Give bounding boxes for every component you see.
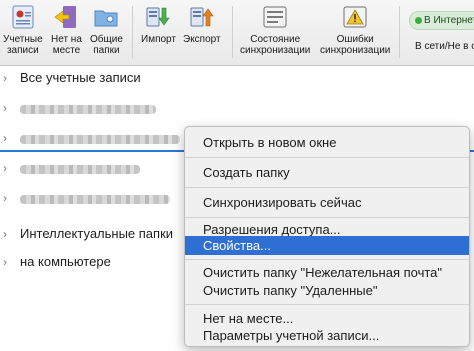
away-icon (54, 6, 77, 28)
menu-item-create-folder[interactable]: Создать папку (185, 163, 469, 182)
sync-errors-label: Ошибки синхронизации (320, 34, 391, 56)
accounts-label: Учетные записи (3, 34, 43, 56)
redacted-account-name (20, 135, 180, 144)
export-icon (190, 7, 214, 27)
sync-status-icon (263, 6, 287, 28)
shared-folder-icon (94, 10, 118, 27)
menu-item-empty-junk[interactable]: Очистить папку "Нежелательная почта" (185, 263, 469, 282)
export-button[interactable]: Экспорт (183, 4, 221, 45)
toolbar: Учетные записи Нет на месте Общие папки … (0, 0, 474, 66)
chevron-right-icon[interactable]: › (3, 251, 15, 273)
accounts-button[interactable]: Учетные записи (3, 4, 43, 56)
sync-status-button[interactable]: Состояние синхронизации (240, 4, 310, 56)
redacted-account-name (20, 105, 156, 114)
chevron-right-icon[interactable]: › (3, 97, 15, 119)
menu-separator (185, 187, 469, 188)
redacted-account-name (20, 165, 140, 174)
import-label: Импорт (141, 34, 176, 45)
context-menu: Открыть в новом окне Создать папку Синхр… (184, 126, 470, 347)
menu-item-account-settings[interactable]: Параметры учетной записи... (185, 326, 469, 345)
export-label: Экспорт (183, 34, 221, 45)
chevron-right-icon[interactable]: › (3, 157, 15, 179)
toolbar-divider (399, 6, 400, 58)
menu-item-empty-deleted[interactable]: Очистить папку "Удаленные" (185, 281, 469, 300)
sync-errors-button[interactable]: Ошибки синхронизации (320, 4, 390, 56)
chevron-right-icon[interactable]: › (3, 67, 15, 89)
chevron-right-icon[interactable]: › (3, 223, 15, 245)
online-offline-label: В сети/Не в сети (415, 41, 474, 52)
online-badge-label: В Интернете (424, 15, 474, 26)
folder-label: Интеллектуальные папки (20, 226, 174, 241)
away-label: Нет на месте (51, 34, 82, 56)
import-button[interactable]: Импорт (141, 4, 176, 45)
sync-status-label: Состояние синхронизации (240, 34, 311, 56)
folder-row-all-accounts[interactable]: › Все учетные записи (0, 67, 474, 89)
menu-item-properties[interactable]: Свойства... (185, 236, 469, 255)
menu-separator (185, 304, 469, 305)
menu-item-sync-now[interactable]: Синхронизировать сейчас (185, 193, 469, 212)
chevron-right-icon[interactable]: › (3, 127, 15, 149)
toolbar-divider (232, 6, 233, 58)
shared-folders-button[interactable]: Общие папки (90, 4, 123, 56)
menu-separator (185, 217, 469, 218)
redacted-account-name (20, 195, 170, 204)
shared-folders-label: Общие папки (90, 34, 123, 56)
accounts-icon (12, 5, 34, 29)
away-button[interactable]: Нет на месте (51, 4, 82, 56)
online-status-dot (415, 17, 422, 24)
folder-row-account[interactable]: › (0, 97, 474, 119)
online-toggle[interactable]: В Интернете (409, 11, 474, 30)
folder-label: на компьютере (20, 254, 111, 269)
menu-separator (185, 157, 469, 158)
chevron-right-icon[interactable]: › (3, 187, 15, 209)
menu-separator (185, 259, 469, 260)
folder-label: Все учетные записи (20, 70, 141, 85)
warning-icon (343, 6, 367, 28)
import-icon (146, 7, 171, 27)
toolbar-divider (132, 6, 133, 58)
menu-item-open-new-window[interactable]: Открыть в новом окне (185, 133, 469, 152)
